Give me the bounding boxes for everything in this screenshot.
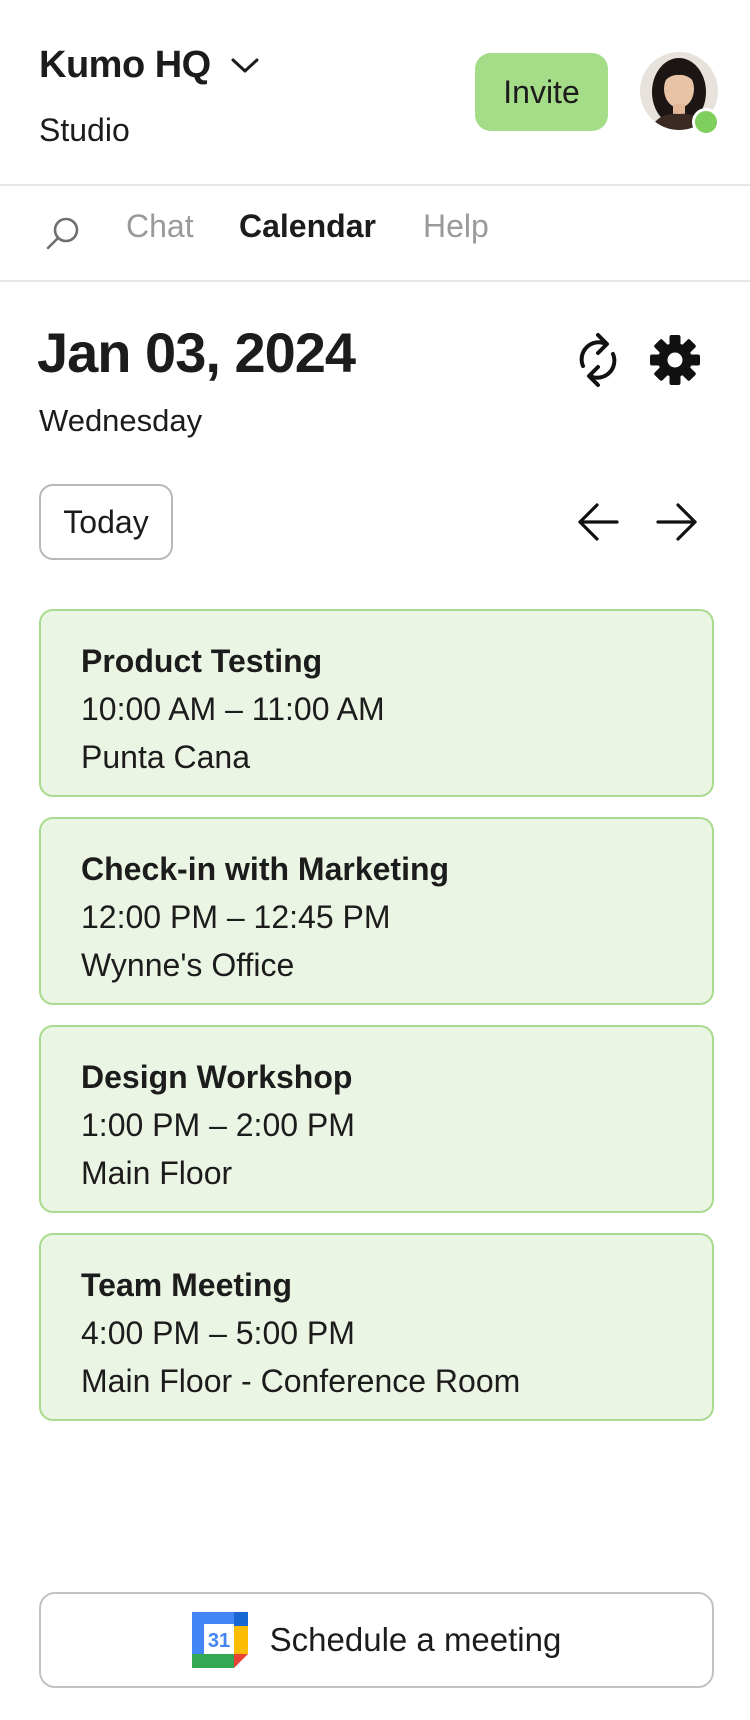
page-title: Jan 03, 2024	[37, 321, 356, 384]
event-time: 4:00 PM – 5:00 PM	[81, 1315, 355, 1351]
event-time: 1:00 PM – 2:00 PM	[81, 1107, 355, 1143]
event-card[interactable]: Team Meeting 4:00 PM – 5:00 PM Main Floo…	[39, 1233, 714, 1421]
event-location: Main Floor	[81, 1155, 233, 1191]
event-time: 10:00 AM – 11:00 AM	[81, 691, 385, 727]
user-avatar[interactable]	[640, 52, 720, 136]
arrow-left-icon[interactable]	[576, 501, 620, 543]
schedule-meeting-button[interactable]: 31 Schedule a meeting	[39, 1592, 714, 1688]
workspace-name: Kumo HQ	[39, 44, 211, 86]
invite-button[interactable]: Invite	[475, 53, 608, 131]
event-location: Main Floor - Conference Room	[81, 1363, 521, 1399]
event-title: Design Workshop	[81, 1059, 353, 1095]
event-location: Wynne's Office	[81, 947, 295, 983]
event-title: Check-in with Marketing	[81, 851, 450, 887]
event-title: Product Testing	[81, 643, 323, 679]
google-calendar-icon: 31	[191, 1612, 248, 1668]
event-location: Punta Cana	[81, 739, 251, 775]
tab-help[interactable]: Help	[423, 208, 489, 245]
workspace-subtitle: Studio	[39, 112, 130, 148]
gear-icon[interactable]	[648, 333, 702, 387]
event-card[interactable]: Product Testing 10:00 AM – 11:00 AM Punt…	[39, 609, 714, 797]
workspace-switcher[interactable]: Kumo HQ	[39, 44, 259, 87]
app-header: Kumo HQ Studio Invite	[0, 0, 750, 186]
schedule-meeting-label: Schedule a meeting	[269, 1621, 562, 1658]
event-time: 12:00 PM – 12:45 PM	[81, 899, 391, 935]
arrow-right-icon[interactable]	[655, 501, 699, 543]
presence-indicator	[692, 108, 720, 136]
event-card[interactable]: Check-in with Marketing 12:00 PM – 12:45…	[39, 817, 714, 1005]
event-title: Team Meeting	[81, 1267, 292, 1303]
chevron-down-icon	[231, 58, 259, 72]
sync-icon[interactable]	[573, 332, 623, 388]
today-button[interactable]: Today	[39, 484, 173, 560]
event-card[interactable]: Design Workshop 1:00 PM – 2:00 PM Main F…	[39, 1025, 714, 1213]
tab-calendar[interactable]: Calendar	[239, 208, 376, 245]
weekday-label: Wednesday	[39, 403, 203, 438]
calendar-icon-date: 31	[208, 1630, 230, 1652]
search-icon[interactable]	[44, 214, 82, 252]
event-list: Product Testing 10:00 AM – 11:00 AM Punt…	[39, 609, 714, 1441]
tab-bar: Chat Calendar Help	[0, 186, 750, 282]
tab-chat[interactable]: Chat	[126, 208, 194, 245]
